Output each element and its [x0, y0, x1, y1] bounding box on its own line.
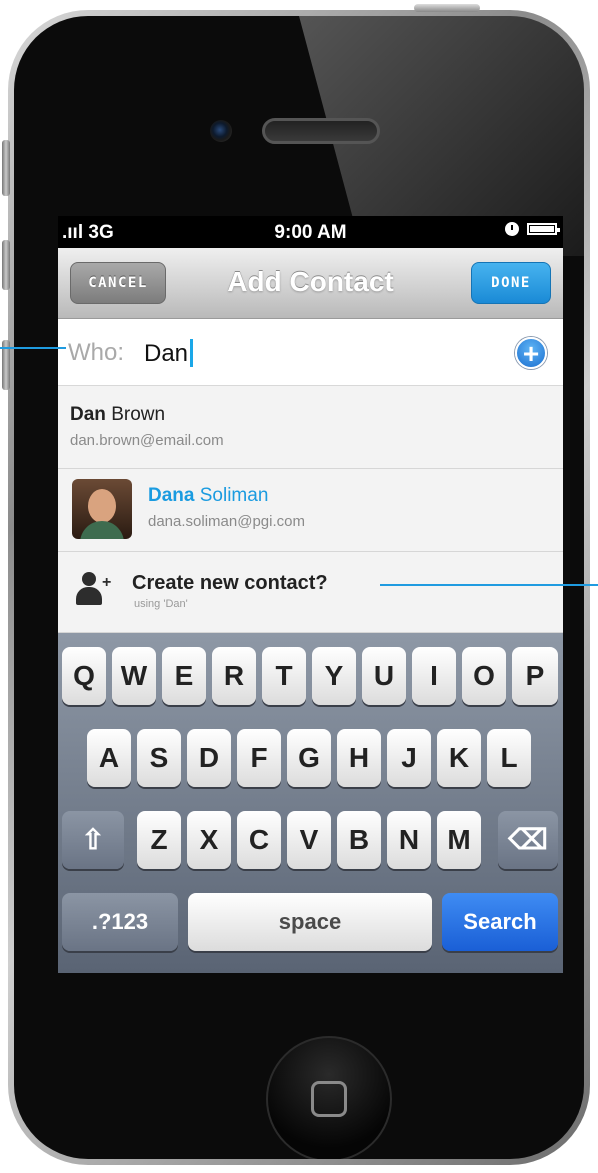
plus-icon: + — [522, 338, 540, 369]
avatar — [72, 479, 132, 539]
key-g[interactable]: G — [287, 729, 331, 787]
phone-screen: .ııl 3G 9:00 AM CANCEL Add Contact DONE … — [58, 216, 563, 973]
status-time: 9:00 AM — [274, 222, 347, 243]
key-d[interactable]: D — [187, 729, 231, 787]
backspace-key[interactable]: ⌫ — [498, 811, 558, 869]
contact-email: dana.soliman@pgi.com — [148, 513, 305, 530]
who-input[interactable]: Dan — [144, 339, 194, 368]
earpiece-speaker — [262, 118, 380, 144]
who-label: Who: — [68, 339, 125, 366]
key-a[interactable]: A — [87, 729, 131, 787]
home-button[interactable] — [266, 1036, 392, 1159]
battery-icon — [527, 223, 560, 235]
contact-result-dana-soliman[interactable]: Dana Soliman dana.soliman@pgi.com — [58, 469, 563, 552]
key-k[interactable]: K — [437, 729, 481, 787]
key-x[interactable]: X — [187, 811, 231, 869]
text-caret — [190, 339, 194, 367]
done-button[interactable]: DONE — [471, 262, 551, 304]
status-right — [505, 222, 560, 236]
contact-name: Dan Brown — [70, 404, 165, 426]
callout-line-left — [0, 347, 66, 349]
key-u[interactable]: U — [362, 647, 406, 705]
contact-name: Dana Soliman — [148, 485, 268, 507]
key-f[interactable]: F — [237, 729, 281, 787]
status-bar: .ııl 3G 9:00 AM — [58, 216, 563, 248]
keyboard: Q W E R T Y U I O P A S D F G H J K L ⇧ … — [58, 633, 563, 973]
key-p[interactable]: P — [512, 647, 558, 705]
add-contact-plus-button[interactable]: + — [515, 337, 547, 369]
key-t[interactable]: T — [262, 647, 306, 705]
who-input-text: Dan — [144, 340, 189, 367]
contact-email: dan.brown@email.com — [70, 432, 224, 449]
search-key[interactable]: Search — [442, 893, 558, 951]
who-field[interactable]: Who: Dan + — [58, 319, 563, 386]
key-j[interactable]: J — [387, 729, 431, 787]
key-v[interactable]: V — [287, 811, 331, 869]
person-head — [82, 572, 96, 586]
key-m[interactable]: M — [437, 811, 481, 869]
avatar-face — [88, 489, 116, 523]
volume-up-button[interactable] — [2, 240, 10, 290]
contact-last-name: Soliman — [199, 485, 269, 506]
key-h[interactable]: H — [337, 729, 381, 787]
key-l[interactable]: L — [487, 729, 531, 787]
add-person-icon: + — [74, 572, 112, 606]
contact-last-name: Brown — [111, 404, 166, 425]
callout-line-right — [380, 584, 598, 586]
contact-first-name: Dan — [70, 404, 106, 425]
contact-first-name: Dana — [148, 485, 195, 506]
key-c[interactable]: C — [237, 811, 281, 869]
key-o[interactable]: O — [462, 647, 506, 705]
mute-switch[interactable] — [2, 140, 10, 196]
key-r[interactable]: R — [212, 647, 256, 705]
key-z[interactable]: Z — [137, 811, 181, 869]
person-body — [76, 587, 102, 605]
power-button[interactable] — [414, 4, 480, 12]
create-contact-subtitle: using 'Dan' — [134, 598, 188, 610]
home-square-icon — [311, 1081, 347, 1117]
front-camera — [210, 120, 232, 142]
key-i[interactable]: I — [412, 647, 456, 705]
shift-arrow-icon: ⇧ — [81, 824, 105, 855]
numbers-key[interactable]: .?123 — [62, 893, 178, 951]
contact-result-dan-brown[interactable]: Dan Brown dan.brown@email.com — [58, 386, 563, 469]
key-e[interactable]: E — [162, 647, 206, 705]
key-b[interactable]: B — [337, 811, 381, 869]
avatar-shoulders — [80, 521, 124, 539]
alarm-clock-icon — [505, 222, 519, 236]
backspace-icon: ⌫ — [508, 824, 548, 855]
space-key[interactable]: space — [188, 893, 432, 951]
key-q[interactable]: Q — [62, 647, 106, 705]
key-n[interactable]: N — [387, 811, 431, 869]
shift-key[interactable]: ⇧ — [62, 811, 124, 869]
person-plus: + — [102, 574, 112, 591]
key-y[interactable]: Y — [312, 647, 356, 705]
create-contact-title: Create new contact? — [132, 572, 328, 594]
key-s[interactable]: S — [137, 729, 181, 787]
key-w[interactable]: W — [112, 647, 156, 705]
create-new-contact-row[interactable]: + Create new contact? using 'Dan' — [58, 552, 563, 633]
navigation-bar: CANCEL Add Contact DONE — [58, 248, 563, 319]
